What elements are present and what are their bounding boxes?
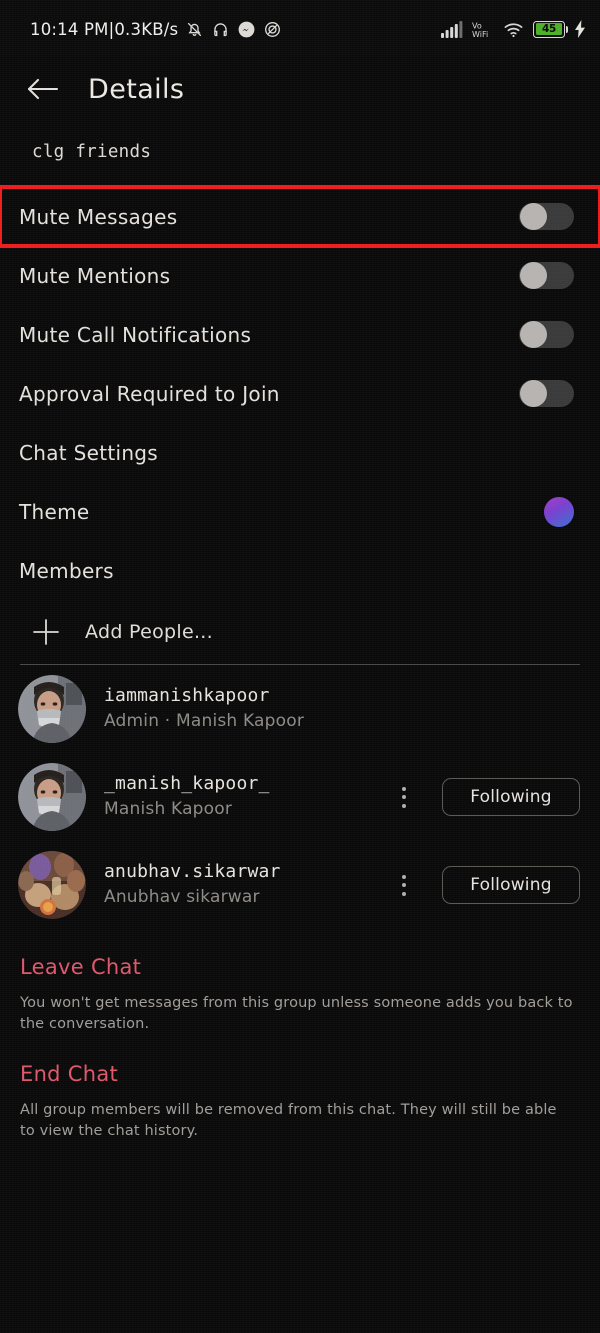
member-username: _manish_kapoor_ [104, 772, 270, 794]
member-text: _manish_kapoor_ Manish Kapoor [104, 772, 374, 822]
following-button[interactable]: Following [442, 778, 580, 816]
battery-icon: 45 [533, 20, 569, 38]
charging-bolt-icon [575, 20, 585, 38]
member-subtitle: Anubhav sikarwar [104, 887, 260, 908]
toggle-mute-mentions[interactable] [519, 262, 574, 289]
setting-row-mute-call-notifications[interactable]: Mute Call Notifications [0, 305, 600, 364]
member-subtitle: Admin · Manish Kapoor [104, 711, 305, 732]
leave-chat-section: Leave Chat You won't get messages from t… [0, 955, 600, 1036]
wifi-icon [504, 22, 523, 37]
status-bar-right: Vo WiFi 45 [441, 20, 586, 39]
member-subtitle: Manish Kapoor [104, 799, 233, 820]
end-chat-section: End Chat All group members will be remov… [0, 1062, 600, 1143]
battery-percent-label: 45 [541, 23, 556, 35]
headphones-icon [214, 22, 228, 36]
toggle-knob [520, 203, 547, 230]
member-options-menu-icon[interactable] [392, 780, 416, 814]
setting-label-mute-call-notifications: Mute Call Notifications [19, 322, 252, 347]
status-network-speed: 0.3KB/s [114, 19, 179, 39]
svg-text:WiFi: WiFi [472, 30, 488, 39]
end-chat-button[interactable]: End Chat [20, 1062, 576, 1086]
avatar[interactable] [18, 763, 86, 831]
setting-label-members: Members [19, 558, 114, 583]
theme-color-swatch[interactable] [544, 496, 574, 527]
leave-chat-button[interactable]: Leave Chat [20, 955, 576, 979]
toggle-approval-required[interactable] [519, 380, 574, 407]
status-bar: 10:14 PM|0.3KB/s Vo WiFi 45 [0, 0, 600, 58]
member-options-menu-icon[interactable] [392, 868, 416, 902]
group-name-value[interactable]: clg friends [32, 142, 574, 162]
member-text: iammanishkapoor Admin · Manish Kapoor [104, 684, 580, 734]
signal-bars-icon [441, 20, 463, 38]
member-username: iammanishkapoor [104, 684, 270, 706]
status-bar-time-and-speed: 10:14 PM|0.3KB/s [30, 20, 178, 39]
setting-label-approval-required: Approval Required to Join [19, 381, 280, 406]
status-bar-left: 10:14 PM|0.3KB/s [30, 20, 282, 39]
dnd-icon [265, 21, 281, 37]
member-row[interactable]: anubhav.sikarwar Anubhav sikarwar Follow… [0, 841, 600, 929]
avatar[interactable] [18, 675, 86, 743]
member-text: anubhav.sikarwar Anubhav sikarwar [104, 860, 374, 910]
vowifi-icon: Vo WiFi [472, 21, 488, 39]
back-arrow-icon[interactable] [26, 76, 60, 102]
add-people-label: Add People... [85, 621, 213, 643]
plus-icon [33, 619, 59, 645]
group-name-section: clg friends [0, 120, 600, 162]
bell-muted-icon [188, 22, 202, 36]
setting-row-members[interactable]: Members [0, 541, 600, 600]
group-photo [18, 851, 86, 919]
member-username: anubhav.sikarwar [104, 860, 281, 882]
setting-row-chat-settings[interactable]: Chat Settings [0, 423, 600, 482]
settings-list: Mute Messages Mute Mentions Mute Call No… [0, 185, 600, 600]
setting-label-theme: Theme [19, 499, 90, 524]
page-title: Details [88, 73, 185, 105]
end-chat-description: All group members will be removed from t… [20, 1101, 557, 1140]
member-row[interactable]: iammanishkapoor Admin · Manish Kapoor [0, 665, 600, 753]
setting-label-mute-mentions: Mute Mentions [19, 263, 171, 288]
setting-row-approval-required[interactable]: Approval Required to Join [0, 364, 600, 423]
toggle-knob [520, 321, 547, 348]
setting-label-chat-settings: Chat Settings [19, 440, 159, 465]
toggle-knob [520, 380, 547, 407]
members-list: iammanishkapoor Admin · Manish Kapoor _m… [0, 665, 600, 929]
person-masked-photo [18, 763, 86, 831]
messenger-icon [238, 21, 255, 37]
page-header: Details [0, 58, 600, 120]
setting-row-mute-mentions[interactable]: Mute Mentions [0, 246, 600, 305]
setting-row-mute-messages[interactable]: Mute Messages [0, 185, 600, 248]
avatar[interactable] [18, 851, 86, 919]
setting-row-theme[interactable]: Theme [0, 482, 600, 541]
status-time: 10:14 PM [30, 19, 109, 39]
toggle-mute-messages[interactable] [519, 203, 574, 230]
add-people-row[interactable]: Add People... [0, 600, 600, 664]
person-masked-photo [18, 675, 86, 743]
setting-label-mute-messages: Mute Messages [19, 204, 178, 229]
toggle-knob [520, 262, 547, 289]
following-button[interactable]: Following [442, 866, 580, 904]
toggle-mute-call-notifications[interactable] [519, 321, 574, 348]
leave-chat-description: You won't get messages from this group u… [20, 995, 573, 1033]
member-row[interactable]: _manish_kapoor_ Manish Kapoor Following [0, 753, 600, 841]
